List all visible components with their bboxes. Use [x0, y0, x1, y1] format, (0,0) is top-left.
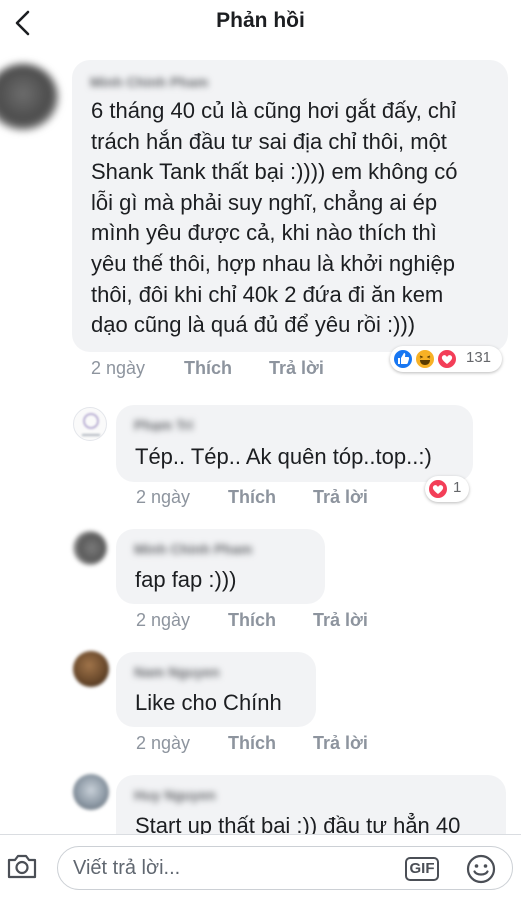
comment-bubble: Nam Nguyen Like cho Chính — [116, 652, 316, 727]
reaction-count: 1 — [453, 479, 462, 496]
commenter-name[interactable]: Minh Chinh Pham — [90, 74, 208, 90]
like-button[interactable]: Thích — [184, 358, 232, 379]
commenter-name[interactable]: Nam Nguyen — [134, 664, 220, 680]
reaction-summary[interactable]: 131 — [390, 346, 502, 372]
comment-bubble: Phạm Trí Tép.. Tép.. Ak quên tóp..top..:… — [116, 405, 473, 482]
like-button[interactable]: Thích — [228, 487, 276, 508]
avatar[interactable] — [73, 407, 107, 441]
commenter-name[interactable]: Phạm Trí — [134, 417, 193, 433]
comment-text: Tép.. Tép.. Ak quên tóp..top..:) — [135, 444, 432, 469]
camera-icon — [7, 854, 37, 879]
reaction-summary[interactable]: 1 — [425, 476, 469, 502]
commenter-name[interactable]: Huy Nguyen — [134, 787, 216, 803]
love-icon — [436, 348, 458, 370]
camera-button[interactable] — [6, 852, 38, 880]
commenter-name[interactable]: Minh Chinh Pham — [134, 541, 252, 557]
haha-icon — [414, 348, 436, 370]
gif-button[interactable]: GIF — [405, 857, 439, 881]
reaction-count: 131 — [466, 349, 492, 366]
reply-input-placeholder: Viết trả lời... — [73, 857, 181, 879]
reply-button[interactable]: Trả lời — [313, 733, 368, 754]
avatar[interactable] — [73, 774, 109, 810]
comment-time: 2 ngày — [136, 487, 191, 507]
avatar[interactable] — [73, 651, 109, 687]
page-title: Phản hồi — [216, 9, 305, 32]
like-button[interactable]: Thích — [228, 610, 276, 631]
like-button[interactable]: Thích — [228, 733, 276, 754]
reply-composer: Viết trả lời... GIF — [0, 834, 521, 898]
avatar[interactable] — [73, 531, 107, 565]
reply-button[interactable]: Trả lời — [313, 610, 368, 631]
love-icon — [427, 478, 449, 500]
emoji-button[interactable] — [465, 853, 497, 885]
comment-time: 2 ngày — [91, 358, 146, 378]
reply-input[interactable]: Viết trả lời... GIF — [57, 846, 513, 890]
comment-time: 2 ngày — [136, 733, 191, 753]
comment-text: Like cho Chính — [135, 690, 282, 715]
comment-bubble: Minh Chinh Pham 6 tháng 40 củ là cũng hơ… — [72, 60, 508, 352]
like-icon — [392, 348, 414, 370]
reply-button[interactable]: Trả lời — [313, 487, 368, 508]
comment-bubble: Minh Chinh Pham fap fap :))) — [116, 529, 325, 604]
header: Phản hồi — [0, 0, 521, 48]
reply-button[interactable]: Trả lời — [269, 358, 324, 379]
comment-time: 2 ngày — [136, 610, 191, 630]
avatar[interactable] — [0, 64, 58, 130]
comment-text: 6 tháng 40 củ là cũng hơi gắt đấy, chỉ t… — [91, 98, 458, 338]
comment-text: fap fap :))) — [135, 567, 237, 592]
emoji-icon — [466, 854, 496, 884]
